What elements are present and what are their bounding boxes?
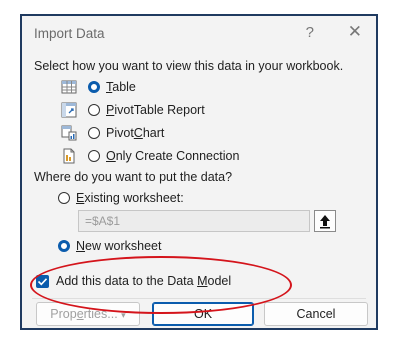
- import-data-dialog: Import Data ? ✕ Select how you want to v…: [20, 14, 378, 330]
- help-button[interactable]: ?: [306, 24, 314, 41]
- pivottable-option-label[interactable]: PivotTable Report: [106, 103, 205, 117]
- cancel-button[interactable]: Cancel: [264, 302, 368, 326]
- existing-worksheet-label[interactable]: Existing worksheet:: [76, 191, 184, 205]
- close-button[interactable]: ✕: [348, 22, 362, 42]
- connection-option-label[interactable]: Only Create Connection: [106, 149, 239, 163]
- pivottable-icon: [61, 102, 77, 118]
- range-select-icon: [320, 215, 330, 229]
- connection-icon: [63, 148, 75, 164]
- table-option-label[interactable]: Table: [106, 80, 136, 94]
- table-icon: [61, 80, 77, 94]
- range-input[interactable]: =$A$1: [78, 210, 310, 232]
- table-radio[interactable]: [88, 81, 100, 93]
- title-bar: Import Data ? ✕: [22, 16, 376, 52]
- collapse-dialog-button[interactable]: [314, 210, 336, 232]
- location-prompt: Where do you want to put the data?: [34, 170, 233, 184]
- pivottable-radio[interactable]: [88, 104, 100, 116]
- pivotchart-option-label[interactable]: PivotChart: [106, 126, 164, 140]
- connection-only-radio[interactable]: [88, 150, 100, 162]
- dialog-title: Import Data: [34, 26, 105, 41]
- existing-worksheet-radio[interactable]: [58, 192, 70, 204]
- new-worksheet-label[interactable]: New worksheet: [76, 239, 161, 253]
- view-prompt: Select how you want to view this data in…: [34, 59, 344, 73]
- pivotchart-radio[interactable]: [88, 127, 100, 139]
- annotation-ellipse: [30, 256, 292, 314]
- pivotchart-icon: [61, 125, 77, 141]
- new-worksheet-radio[interactable]: [58, 240, 70, 252]
